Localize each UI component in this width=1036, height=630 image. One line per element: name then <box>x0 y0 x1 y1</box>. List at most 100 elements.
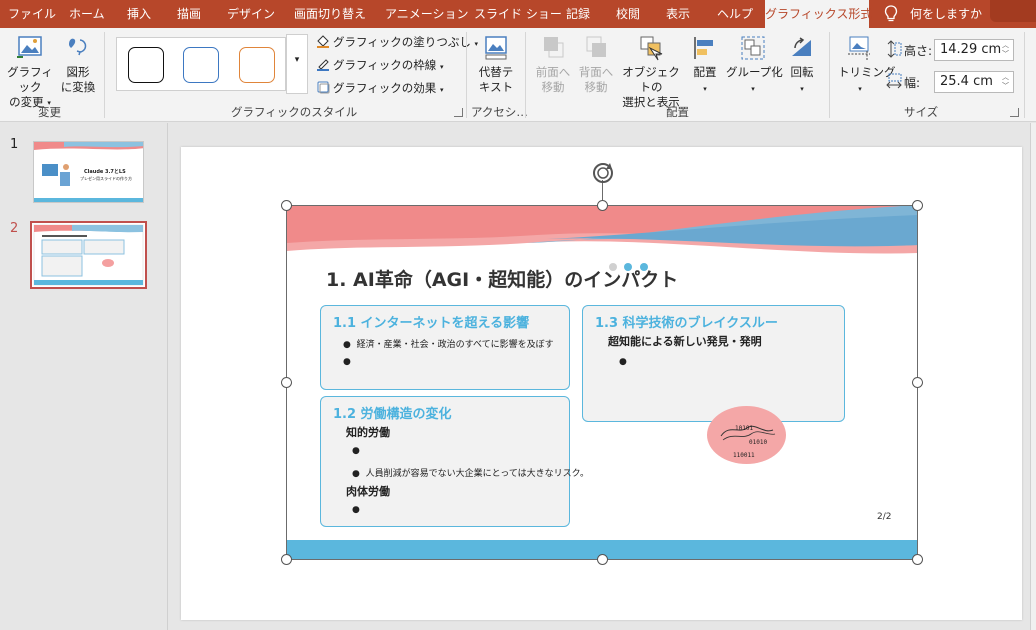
send-backward-button[interactable]: 背面へ 移動 <box>575 34 617 95</box>
style-preset-2[interactable] <box>172 37 230 91</box>
graphic-effects-label: グラフィックの効果 <box>333 81 437 95</box>
align-button[interactable]: 配置 ▾ <box>688 34 722 97</box>
style-preset-1[interactable] <box>116 37 174 91</box>
pen-outline-icon <box>317 59 329 71</box>
resize-handle-ne[interactable] <box>912 200 923 211</box>
thumbnail-number: 1 <box>10 137 19 152</box>
tab-transitions[interactable]: 画面切り替え <box>294 0 366 28</box>
tab-view[interactable]: 表示 <box>666 0 690 28</box>
convert-to-shape-button[interactable]: 図形 に変換 <box>58 34 98 95</box>
separator <box>525 32 526 118</box>
selection-pane-button[interactable]: オブジェクトの 選択と表示 <box>619 34 683 110</box>
slide-thumbnail-2-selected[interactable] <box>30 221 147 289</box>
tab-draw[interactable]: 描画 <box>177 0 201 28</box>
slide-thumbnail-pane: 1 Claude 3.7とLS プレゼン用スライドの作り方 2 <box>0 123 168 630</box>
thumbnail-2-art <box>33 224 144 286</box>
align-icon <box>694 37 713 59</box>
group-button[interactable]: グループ化 ▾ <box>726 34 783 97</box>
change-graphic-button[interactable]: グラフィック の変更 ▾ <box>4 34 56 111</box>
group-label-arrange: 配置 <box>666 105 689 119</box>
graphic-effects-button[interactable]: グラフィックの効果 ▾ <box>316 78 443 98</box>
thumbnail-1-subtitle: プレゼン用スライドの作り方 <box>80 176 132 181</box>
rotate-icon <box>792 37 811 56</box>
width-down-icon[interactable]: ﹀ <box>1002 82 1010 90</box>
send-backward-label: 背面へ 移動 <box>578 65 614 94</box>
effects-icon <box>317 81 330 94</box>
graphic-outline-button[interactable]: グラフィックの枠線 ▾ <box>316 55 443 75</box>
tab-slideshow[interactable]: スライド ショー <box>474 0 562 28</box>
width-label: 幅: <box>904 76 921 90</box>
group-label-change: 変更 <box>38 105 61 119</box>
selection-frame[interactable] <box>286 205 918 560</box>
tell-me-search[interactable]: 何をしますか <box>910 0 982 28</box>
crop-button[interactable]: トリミング ▾ <box>838 34 896 97</box>
tab-record[interactable]: 記録 <box>566 0 590 28</box>
style-swatch-black <box>128 47 164 83</box>
ribbon: グラフィック の変更 ▾ 図形 に変換 変更 ▾ グラフィックの塗りつぶし ▾ … <box>0 28 1036 122</box>
alt-text-label: 代替テ キスト <box>478 65 514 94</box>
height-down-icon[interactable]: ﹀ <box>1002 50 1010 58</box>
height-up-icon[interactable]: ︿ <box>1002 41 1010 49</box>
bring-forward-icon <box>544 37 564 58</box>
resize-handle-nw[interactable] <box>281 200 292 211</box>
alt-text-button[interactable]: 代替テ キスト <box>474 34 518 95</box>
vertical-scrollbar[interactable] <box>1030 123 1036 630</box>
lightbulb-icon <box>884 5 898 22</box>
bring-forward-label: 前面へ 移動 <box>535 65 571 94</box>
tab-graphics-format[interactable]: グラフィックス形式 <box>765 0 872 28</box>
group-label-size: サイズ <box>904 105 939 119</box>
style-gallery-more-button[interactable]: ▾ <box>286 34 308 94</box>
height-label: 高さ: <box>904 44 933 58</box>
width-up-icon[interactable]: ︿ <box>1002 73 1010 81</box>
graphic-outline-label: グラフィックの枠線 <box>333 58 437 72</box>
window-corner-block <box>990 0 1036 22</box>
tab-help[interactable]: ヘルプ <box>717 0 753 28</box>
width-icon <box>886 73 902 89</box>
thumbnail-1-title: Claude 3.7とLS <box>84 169 126 175</box>
resize-handle-n[interactable] <box>597 200 608 211</box>
align-label: 配置 <box>693 65 717 79</box>
tab-insert[interactable]: 挿入 <box>127 0 151 28</box>
resize-handle-e[interactable] <box>912 377 923 388</box>
height-input[interactable]: 14.29 cm ︿ ﹀ <box>934 39 1014 61</box>
thumbnail-number: 2 <box>10 221 19 236</box>
change-graphic-icon <box>17 36 42 58</box>
alt-text-icon <box>485 36 507 60</box>
crop-icon <box>848 36 870 60</box>
separator <box>829 32 830 118</box>
convert-shape-icon <box>69 38 87 56</box>
width-input[interactable]: 25.4 cm ︿ ﹀ <box>934 71 1014 93</box>
style-swatch-blue <box>183 47 219 83</box>
gallery-more-icon: ▾ <box>294 55 300 65</box>
slide-thumbnail-1[interactable]: Claude 3.7とLS プレゼン用スライドの作り方 <box>33 141 144 203</box>
resize-handle-w[interactable] <box>281 377 292 388</box>
resize-handle-se[interactable] <box>912 554 923 565</box>
tab-review[interactable]: 校閲 <box>616 0 640 28</box>
bring-forward-button[interactable]: 前面へ 移動 <box>532 34 574 95</box>
group-label: グループ化 <box>726 65 783 79</box>
graphic-fill-button[interactable]: グラフィックの塗りつぶし ▾ <box>316 32 478 52</box>
rotation-handle-icon[interactable] <box>590 160 616 186</box>
tab-animations[interactable]: アニメーション <box>385 0 469 28</box>
separator <box>104 32 105 118</box>
selection-pane-label: オブジェクトの 選択と表示 <box>622 65 680 109</box>
resize-handle-sw[interactable] <box>281 554 292 565</box>
tab-home[interactable]: ホーム <box>69 0 105 28</box>
styles-dialog-launcher-icon[interactable] <box>454 108 463 117</box>
resize-handle-s[interactable] <box>597 554 608 565</box>
separator <box>466 32 467 118</box>
paint-bucket-icon <box>317 35 329 48</box>
rotate-button[interactable]: 回転 ▾ <box>784 34 820 97</box>
selection-pane-icon <box>640 36 663 61</box>
graphic-fill-label: グラフィックの塗りつぶし <box>333 35 471 49</box>
height-value: 14.29 cm <box>940 42 1002 57</box>
rotate-label: 回転 <box>790 65 814 79</box>
separator <box>1024 32 1025 118</box>
tab-design[interactable]: デザイン <box>227 0 275 28</box>
convert-shape-label: 図形 に変換 <box>60 65 96 94</box>
style-preset-3[interactable] <box>228 37 286 91</box>
group-objects-icon <box>741 36 765 60</box>
send-backward-icon <box>586 36 606 57</box>
tab-file[interactable]: ファイル <box>8 0 56 28</box>
size-dialog-launcher-icon[interactable] <box>1010 108 1019 117</box>
